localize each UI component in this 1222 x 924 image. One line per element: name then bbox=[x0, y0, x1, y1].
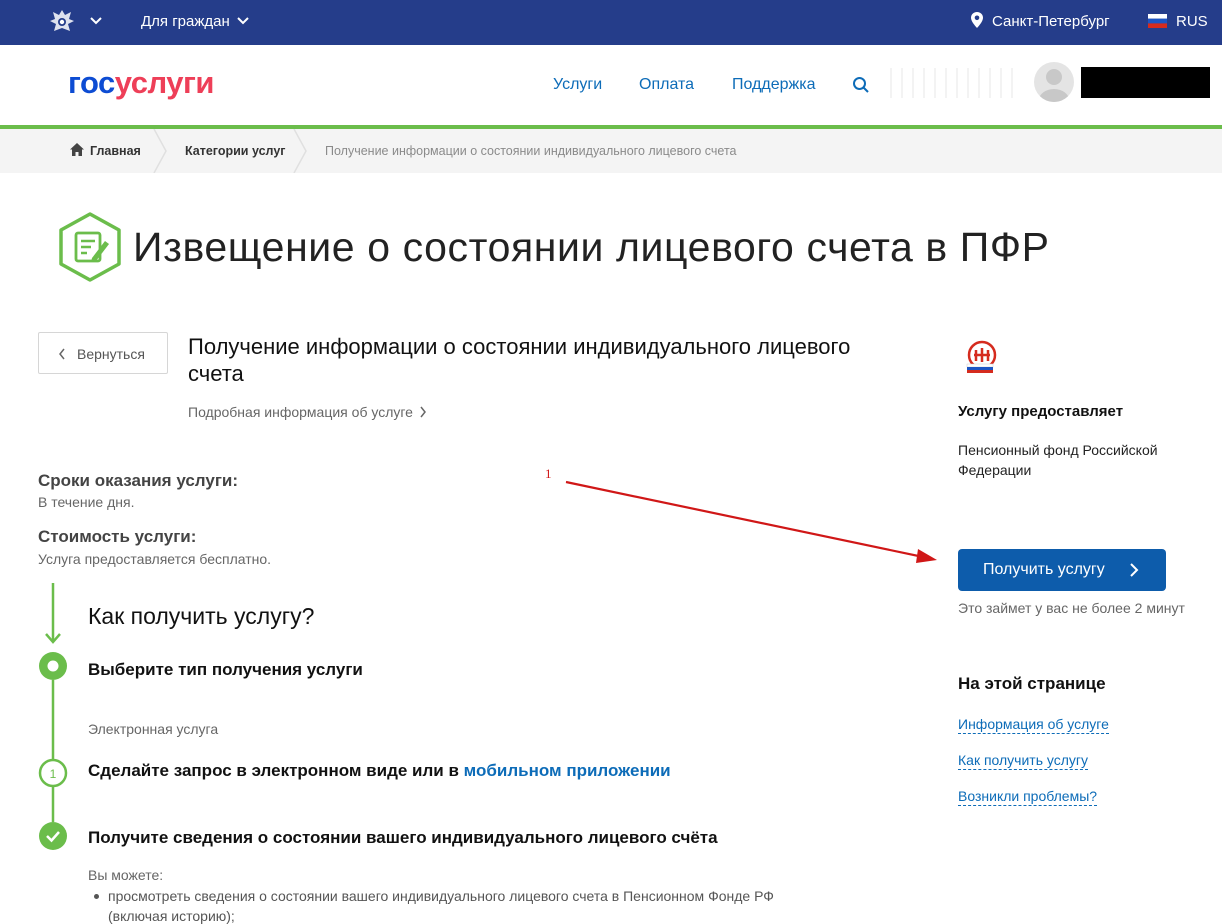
step-3-heading: Получите сведения о состоянии вашего инд… bbox=[88, 828, 718, 847]
search-icon[interactable] bbox=[852, 76, 870, 94]
site-header: госуслуги Услуги Оплата Поддержка bbox=[0, 45, 1222, 125]
duration-heading: Сроки оказания услуги: bbox=[38, 471, 239, 490]
breadcrumb-current: Получение информации о состоянии индивид… bbox=[325, 144, 737, 158]
on-page-heading: На этой странице bbox=[958, 674, 1106, 693]
onpage-link-info[interactable]: Информация об услуге bbox=[958, 716, 1109, 734]
how-to-heading: Как получить услугу? bbox=[88, 603, 315, 629]
coat-of-arms-icon[interactable] bbox=[47, 7, 77, 37]
blurred-area bbox=[890, 68, 1020, 98]
top-bar: Для граждан Санкт-Петербург RUS bbox=[0, 0, 1222, 45]
gosuslugi-logo[interactable]: госуслуги bbox=[68, 65, 214, 101]
duration-value: В течение дня. bbox=[38, 494, 135, 510]
step-1-heading: Выберите тип получения услуги bbox=[88, 660, 363, 679]
breadcrumb-home[interactable]: Главная bbox=[90, 144, 141, 158]
step-2-heading: Сделайте запрос в электронном виде или в… bbox=[88, 761, 671, 780]
breadcrumb-separator bbox=[153, 129, 167, 173]
service-details-link[interactable]: Подробная информация об услуге bbox=[188, 404, 427, 420]
step-1-option[interactable]: Электронная услуга bbox=[88, 721, 218, 737]
chevron-right-icon bbox=[420, 406, 426, 418]
service-title: Получение информации о состоянии индивид… bbox=[188, 334, 851, 386]
avatar[interactable] bbox=[1034, 62, 1074, 102]
home-icon[interactable] bbox=[70, 143, 84, 156]
language-selector[interactable]: RUS bbox=[1176, 13, 1208, 30]
breadcrumb-categories[interactable]: Категории услуг bbox=[185, 144, 286, 158]
time-estimate: Это займет у вас не более 2 минут bbox=[958, 600, 1185, 616]
nav-support[interactable]: Поддержка bbox=[732, 76, 815, 94]
document-edit-icon bbox=[59, 212, 121, 282]
provider-name: Пенсионный фонд Российской Федерации bbox=[958, 442, 1158, 478]
chevron-right-icon bbox=[1130, 563, 1139, 577]
onpage-link-problems[interactable]: Возникли проблемы? bbox=[958, 788, 1098, 806]
provider-heading: Услугу предоставляет bbox=[958, 403, 1124, 420]
citizens-menu[interactable]: Для граждан bbox=[141, 13, 230, 30]
chevron-down-icon[interactable] bbox=[89, 14, 103, 28]
chevron-down-icon[interactable] bbox=[236, 14, 250, 28]
chevron-left-icon bbox=[59, 348, 65, 360]
back-button[interactable]: Вернуться bbox=[38, 332, 168, 374]
city-selector[interactable]: Санкт-Петербург bbox=[992, 13, 1110, 30]
onpage-link-how[interactable]: Как получить услугу bbox=[958, 752, 1089, 770]
annotation-label: 1 bbox=[545, 466, 552, 481]
get-service-button[interactable]: Получить услугу bbox=[958, 549, 1166, 591]
location-pin-icon bbox=[971, 12, 983, 28]
mobile-app-link[interactable]: мобильном приложении bbox=[464, 761, 671, 780]
cost-heading: Стоимость услуги: bbox=[38, 527, 197, 546]
step-number: 1 bbox=[50, 767, 57, 781]
redacted-username bbox=[1081, 67, 1210, 98]
cost-value: Услуга предоставляется бесплатно. bbox=[38, 551, 272, 567]
breadcrumb: Главная Категории услуг Получение информ… bbox=[0, 129, 1222, 173]
step-3-list: просмотреть сведения о состоянии вашего … bbox=[94, 886, 834, 924]
nav-payment[interactable]: Оплата bbox=[639, 76, 694, 94]
nav-services[interactable]: Услуги bbox=[553, 76, 602, 94]
pfr-logo-icon bbox=[966, 340, 997, 373]
steps-timeline: 1 bbox=[38, 583, 68, 850]
russia-flag-icon bbox=[1148, 14, 1167, 28]
breadcrumb-separator bbox=[293, 129, 307, 173]
list-item: просмотреть сведения о состоянии вашего … bbox=[94, 886, 834, 924]
step-3-intro: Вы можете: bbox=[88, 867, 164, 883]
page-title: Извещение о состоянии лицевого счета в П… bbox=[133, 224, 1050, 270]
